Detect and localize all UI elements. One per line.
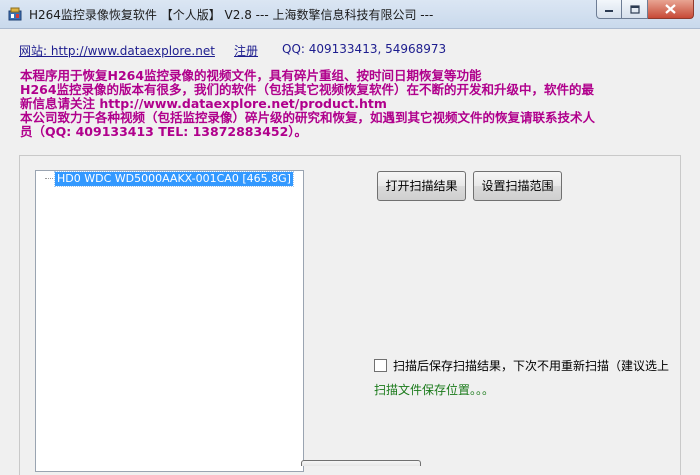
tree-connector <box>45 178 53 179</box>
window-controls <box>596 0 694 20</box>
notice-line: H264监控录像的版本有很多，我们的软件（包括其它视频恢复软件）在不断的开发和升… <box>20 82 595 97</box>
website-link[interactable]: 网站: http://www.dataexplore.net <box>19 42 215 59</box>
set-scan-range-button[interactable]: 设置扫描范围 <box>473 171 562 201</box>
main-window-body: 网站: http://www.dataexplore.net 注册 QQ: 40… <box>0 29 700 475</box>
maximize-icon <box>629 4 640 14</box>
minimize-icon <box>605 10 613 12</box>
window-title: H264监控录像恢复软件 【个人版】 V2.8 --- 上海数擎信息科技有限公司… <box>29 8 434 22</box>
notice-text: 本程序用于恢复H264监控录像的视频文件，具有碎片重组、按时间日期恢复等功能 H… <box>20 69 680 139</box>
register-link[interactable]: 注册 <box>234 42 258 59</box>
bottom-button[interactable] <box>301 460 421 466</box>
maximize-button[interactable] <box>622 0 648 19</box>
disk-tree-item[interactable]: HD0 WDC WD5000AAKX-001CA0 [465.8G] <box>54 171 294 187</box>
title-bar[interactable]: H264监控录像恢复软件 【个人版】 V2.8 --- 上海数擎信息科技有限公司… <box>0 0 700 29</box>
notice-line: 新信息请关注 http://www.dataexplore.net/produc… <box>20 96 387 111</box>
save-scan-label: 扫描后保存扫描结果，下次不用重新扫描（建议选上 <box>393 359 670 373</box>
minimize-button[interactable] <box>596 0 622 19</box>
notice-line: 员（QQ: 409133413 TEL: 13872883452）。 <box>20 124 308 139</box>
notice-line: 本程序用于恢复H264监控录像的视频文件，具有碎片重组、按时间日期恢复等功能 <box>20 68 482 83</box>
save-location-text: 扫描文件保存位置。。。 <box>374 383 495 397</box>
open-scan-result-button[interactable]: 打开扫描结果 <box>377 171 466 201</box>
save-scan-checkbox[interactable] <box>374 359 387 372</box>
close-button[interactable] <box>648 0 694 19</box>
notice-line: 本公司致力于各种视频（包括监控录像）碎片级的研究和恢复，如遇到其它视频文件的恢复… <box>20 110 596 125</box>
app-icon <box>8 7 22 21</box>
save-scan-option[interactable]: 扫描后保存扫描结果，下次不用重新扫描（建议选上 <box>374 357 669 374</box>
close-icon <box>665 4 676 14</box>
disk-tree[interactable]: HD0 WDC WD5000AAKX-001CA0 [465.8G] <box>35 170 304 472</box>
qq-contact: QQ: 409133413, 54968973 <box>282 42 447 56</box>
